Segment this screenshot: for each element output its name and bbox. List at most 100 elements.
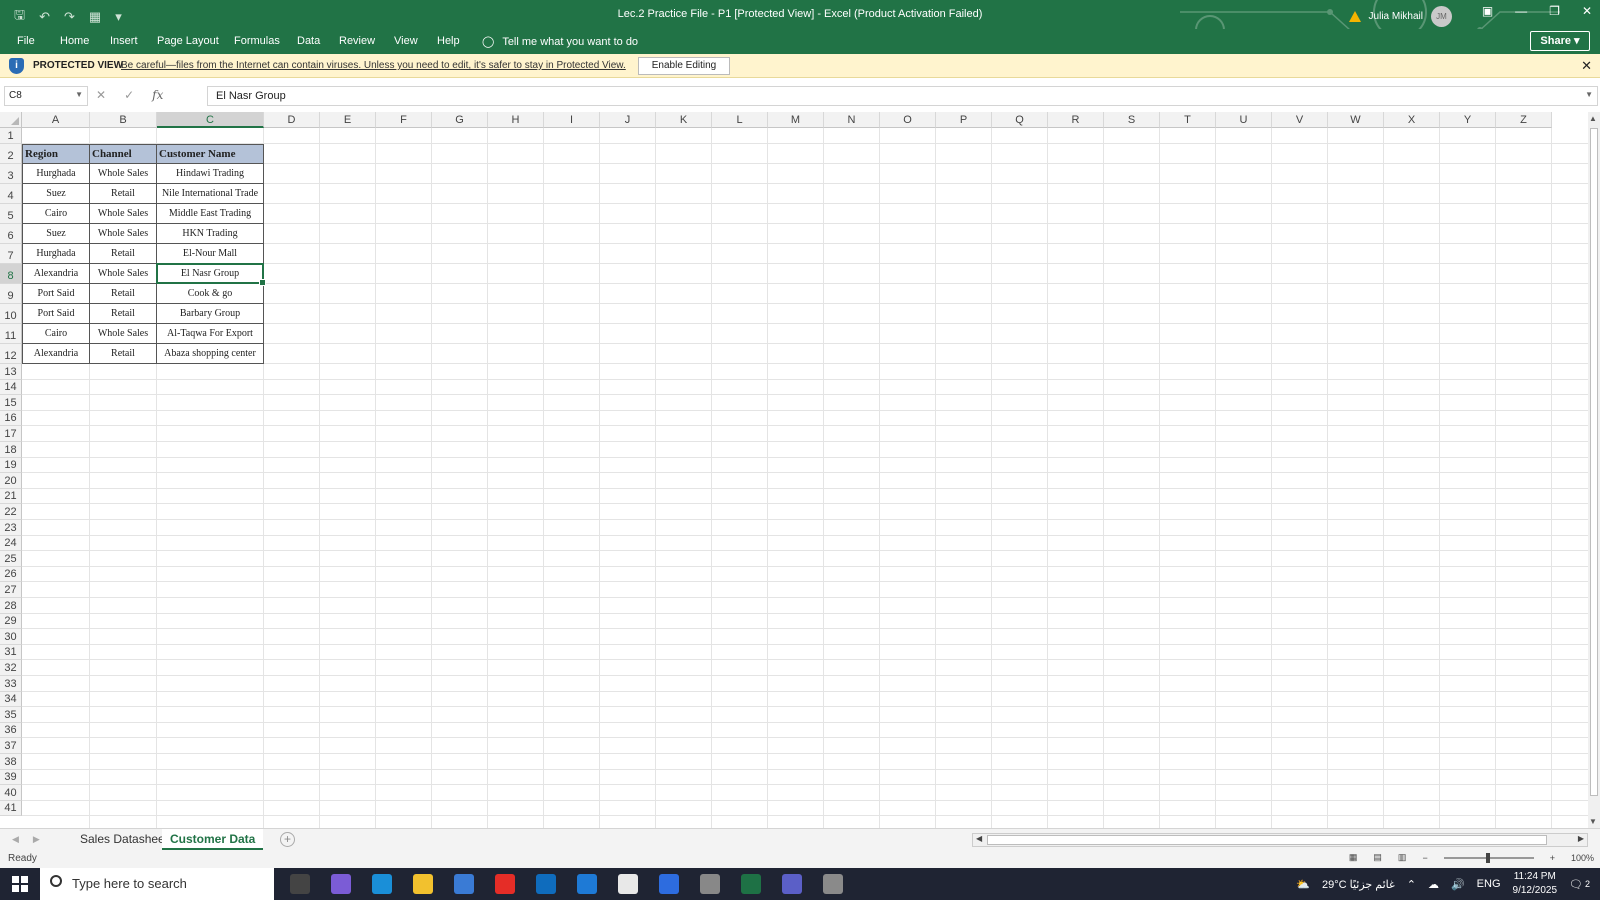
column-header-k[interactable]: K (656, 112, 712, 128)
store-icon[interactable] (454, 874, 474, 894)
column-header-p[interactable]: P (936, 112, 992, 128)
row-header-13[interactable]: 13 (0, 364, 22, 380)
zoom-in-icon[interactable]: + (1550, 853, 1555, 863)
worksheet-grid[interactable]: A B C D E F G H I J K L M N O P Q R S T U V W X Y Z 1 2 3 4 5 6 7 8 9 10 11 1… (0, 112, 1588, 828)
tab-file[interactable]: File (17, 35, 35, 47)
chevron-down-icon[interactable]: ▼ (75, 90, 83, 99)
row-header-11[interactable]: 11 (0, 324, 22, 344)
cell-b12[interactable]: Retail (90, 344, 157, 364)
column-header-y[interactable]: Y (1440, 112, 1496, 128)
close-icon[interactable]: ✕ (1581, 58, 1592, 74)
excel-icon[interactable] (741, 874, 761, 894)
row-header-40[interactable]: 40 (0, 785, 22, 801)
column-header-j[interactable]: J (600, 112, 656, 128)
row-header-22[interactable]: 22 (0, 504, 22, 520)
cell-b3[interactable]: Whole Sales (90, 164, 157, 184)
row-header-4[interactable]: 4 (0, 184, 22, 204)
row-header-27[interactable]: 27 (0, 582, 22, 598)
row-header-41[interactable]: 41 (0, 800, 22, 817)
file-explorer-icon[interactable] (413, 874, 433, 894)
snipping-tool-icon[interactable] (823, 874, 843, 894)
column-header-w[interactable]: W (1328, 112, 1384, 128)
row-header-5[interactable]: 5 (0, 204, 22, 224)
page-layout-view-icon[interactable]: ▤ (1373, 852, 1382, 863)
cell-b4[interactable]: Retail (90, 184, 157, 204)
column-header-q[interactable]: Q (992, 112, 1048, 128)
row-header-35[interactable]: 35 (0, 707, 22, 723)
restore-icon[interactable]: ❐ (1549, 4, 1560, 18)
windows-start-icon[interactable] (12, 876, 28, 892)
cell-b7[interactable]: Retail (90, 244, 157, 264)
tab-insert[interactable]: Insert (110, 35, 138, 47)
cell-b11[interactable]: Whole Sales (90, 324, 157, 344)
enter-icon[interactable]: ✓ (124, 88, 134, 102)
ribbon-display-icon[interactable]: ▣ (1482, 4, 1493, 18)
row-header-37[interactable]: 37 (0, 738, 22, 754)
language-indicator[interactable]: ENG (1477, 878, 1501, 890)
tab-formulas[interactable]: Formulas (234, 35, 280, 47)
row-header-9[interactable]: 9 (0, 284, 22, 304)
row-header-8[interactable]: 8 (0, 264, 22, 284)
cell-a3[interactable]: Hurghada (22, 164, 90, 184)
column-header-u[interactable]: U (1216, 112, 1272, 128)
row-header-2[interactable]: 2 (0, 144, 22, 164)
scroll-up-icon[interactable]: ▲ (1589, 114, 1597, 123)
column-header-a[interactable]: A (22, 112, 90, 128)
zoom-level[interactable]: 100% (1571, 853, 1594, 863)
column-header-i[interactable]: I (544, 112, 600, 128)
column-header-c[interactable]: C (157, 112, 264, 128)
column-header-o[interactable]: O (880, 112, 936, 128)
row-header-25[interactable]: 25 (0, 551, 22, 567)
tab-review[interactable]: Review (339, 35, 375, 47)
vertical-scrollbar[interactable]: ▲ ▼ (1588, 112, 1600, 828)
cell-c6[interactable]: HKN Trading (157, 224, 264, 244)
close-icon[interactable]: ✕ (1582, 4, 1592, 18)
youtube-icon[interactable] (495, 874, 515, 894)
scroll-thumb[interactable] (1590, 128, 1598, 796)
tab-help[interactable]: Help (437, 35, 460, 47)
zoom-slider[interactable] (1443, 852, 1534, 863)
column-header-r[interactable]: R (1048, 112, 1104, 128)
cell-c12[interactable]: Abaza shopping center (157, 344, 264, 364)
cell-b10[interactable]: Retail (90, 304, 157, 324)
insert-function-icon[interactable]: fx (152, 88, 163, 102)
avatar[interactable]: JM (1431, 6, 1452, 27)
name-box[interactable]: C8 ▼ (4, 86, 88, 106)
row-header-32[interactable]: 32 (0, 660, 22, 676)
cell-a12[interactable]: Alexandria (22, 344, 90, 364)
cell-b6[interactable]: Whole Sales (90, 224, 157, 244)
column-header-s[interactable]: S (1104, 112, 1160, 128)
row-header-21[interactable]: 21 (0, 488, 22, 505)
copilot-icon[interactable] (331, 874, 351, 894)
cell-a9[interactable]: Port Said (22, 284, 90, 304)
formula-input[interactable]: El Nasr Group ▼ (207, 86, 1598, 106)
zoom-thumb[interactable] (1485, 852, 1490, 863)
sheet-tab-customer-data[interactable]: Customer Data (162, 829, 264, 850)
volume-icon[interactable]: 🔊 (1451, 878, 1465, 891)
column-header-h[interactable]: H (488, 112, 544, 128)
user-account[interactable]: Julia Mikhail JM (1348, 6, 1452, 27)
cell-c11[interactable]: Al-Taqwa For Export (157, 324, 264, 344)
cell-c3[interactable]: Hindawi Trading (157, 164, 264, 184)
expand-formula-icon[interactable]: ▼ (1585, 90, 1593, 99)
cell-c2[interactable]: Customer Name (157, 144, 264, 164)
tell-me-search[interactable]: ◯ Tell me what you want to do (482, 35, 638, 49)
normal-view-icon[interactable]: ▦ (1349, 852, 1358, 863)
column-header-x[interactable]: X (1384, 112, 1440, 128)
protected-view-message[interactable]: Be careful—files from the Internet can c… (121, 60, 626, 71)
row-header-6[interactable]: 6 (0, 224, 22, 244)
row-header-36[interactable]: 36 (0, 722, 22, 739)
cell-a10[interactable]: Port Said (22, 304, 90, 324)
cell-a8[interactable]: Alexandria (22, 264, 90, 284)
row-header-28[interactable]: 28 (0, 598, 22, 614)
cell-c4[interactable]: Nile International Trade (157, 184, 264, 204)
row-header-24[interactable]: 24 (0, 535, 22, 552)
task-view-icon[interactable] (290, 874, 310, 894)
scroll-left-icon[interactable]: ◀ (976, 834, 982, 843)
cell-a2[interactable]: Region (22, 144, 90, 164)
row-header-16[interactable]: 16 (0, 410, 22, 427)
minimize-icon[interactable]: — (1515, 4, 1527, 18)
teams-icon[interactable] (782, 874, 802, 894)
page-break-view-icon[interactable]: ▥ (1398, 852, 1407, 863)
cell-b2[interactable]: Channel (90, 144, 157, 164)
